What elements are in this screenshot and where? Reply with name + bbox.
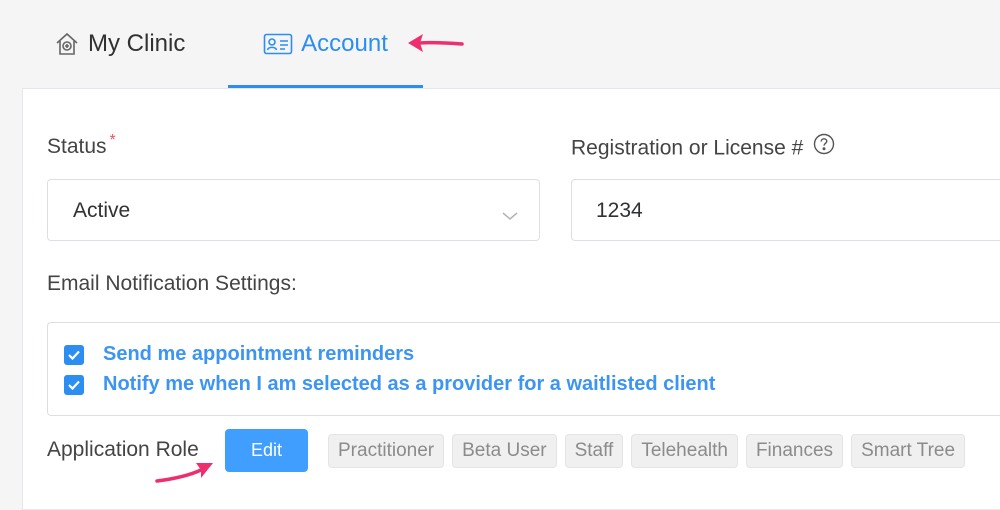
- tab-account[interactable]: Account: [228, 0, 423, 88]
- license-input[interactable]: 1234: [571, 179, 1000, 241]
- checkbox-appointment-reminders[interactable]: Send me appointment reminders: [64, 343, 414, 366]
- checkbox-checked-icon[interactable]: [64, 374, 84, 395]
- id-card-icon: [263, 32, 293, 56]
- role-tags: Practitioner Beta User Staff Telehealth …: [328, 434, 966, 468]
- edit-role-button[interactable]: Edit: [225, 429, 308, 472]
- license-label: Registration or License #: [571, 133, 835, 163]
- help-circle-icon[interactable]: [813, 133, 835, 161]
- role-tag: Practitioner: [328, 434, 445, 468]
- annotation-arrow-icon: [153, 455, 217, 490]
- tab-my-clinic-label: My Clinic: [88, 30, 186, 57]
- checkbox-label: Send me appointment reminders: [103, 343, 415, 365]
- checkbox-label: Notify me when I am selected as a provid…: [103, 373, 716, 395]
- tab-account-label: Account: [301, 30, 388, 57]
- email-settings-label: Email Notification Settings:: [47, 272, 297, 295]
- chevron-down-icon: [501, 204, 519, 228]
- required-mark: *: [109, 132, 116, 149]
- role-tag: Finances: [745, 434, 844, 468]
- checkbox-waitlist-notify[interactable]: Notify me when I am selected as a provid…: [64, 373, 715, 396]
- status-select[interactable]: Active: [47, 179, 540, 241]
- role-tag: Telehealth: [631, 434, 738, 468]
- tab-my-clinic[interactable]: My Clinic: [54, 0, 185, 88]
- status-label: Status *: [47, 132, 116, 158]
- annotation-arrow-icon: [404, 30, 466, 63]
- role-tag: Staff: [564, 434, 624, 468]
- license-input-value: 1234: [596, 199, 643, 222]
- role-tag: Smart Tree: [851, 434, 966, 468]
- email-settings-box: Send me appointment reminders Notify me …: [47, 322, 1000, 416]
- status-select-value: Active: [73, 199, 131, 222]
- clinic-house-icon: [54, 31, 80, 57]
- checkbox-checked-icon[interactable]: [64, 344, 84, 365]
- role-tag: Beta User: [452, 434, 557, 468]
